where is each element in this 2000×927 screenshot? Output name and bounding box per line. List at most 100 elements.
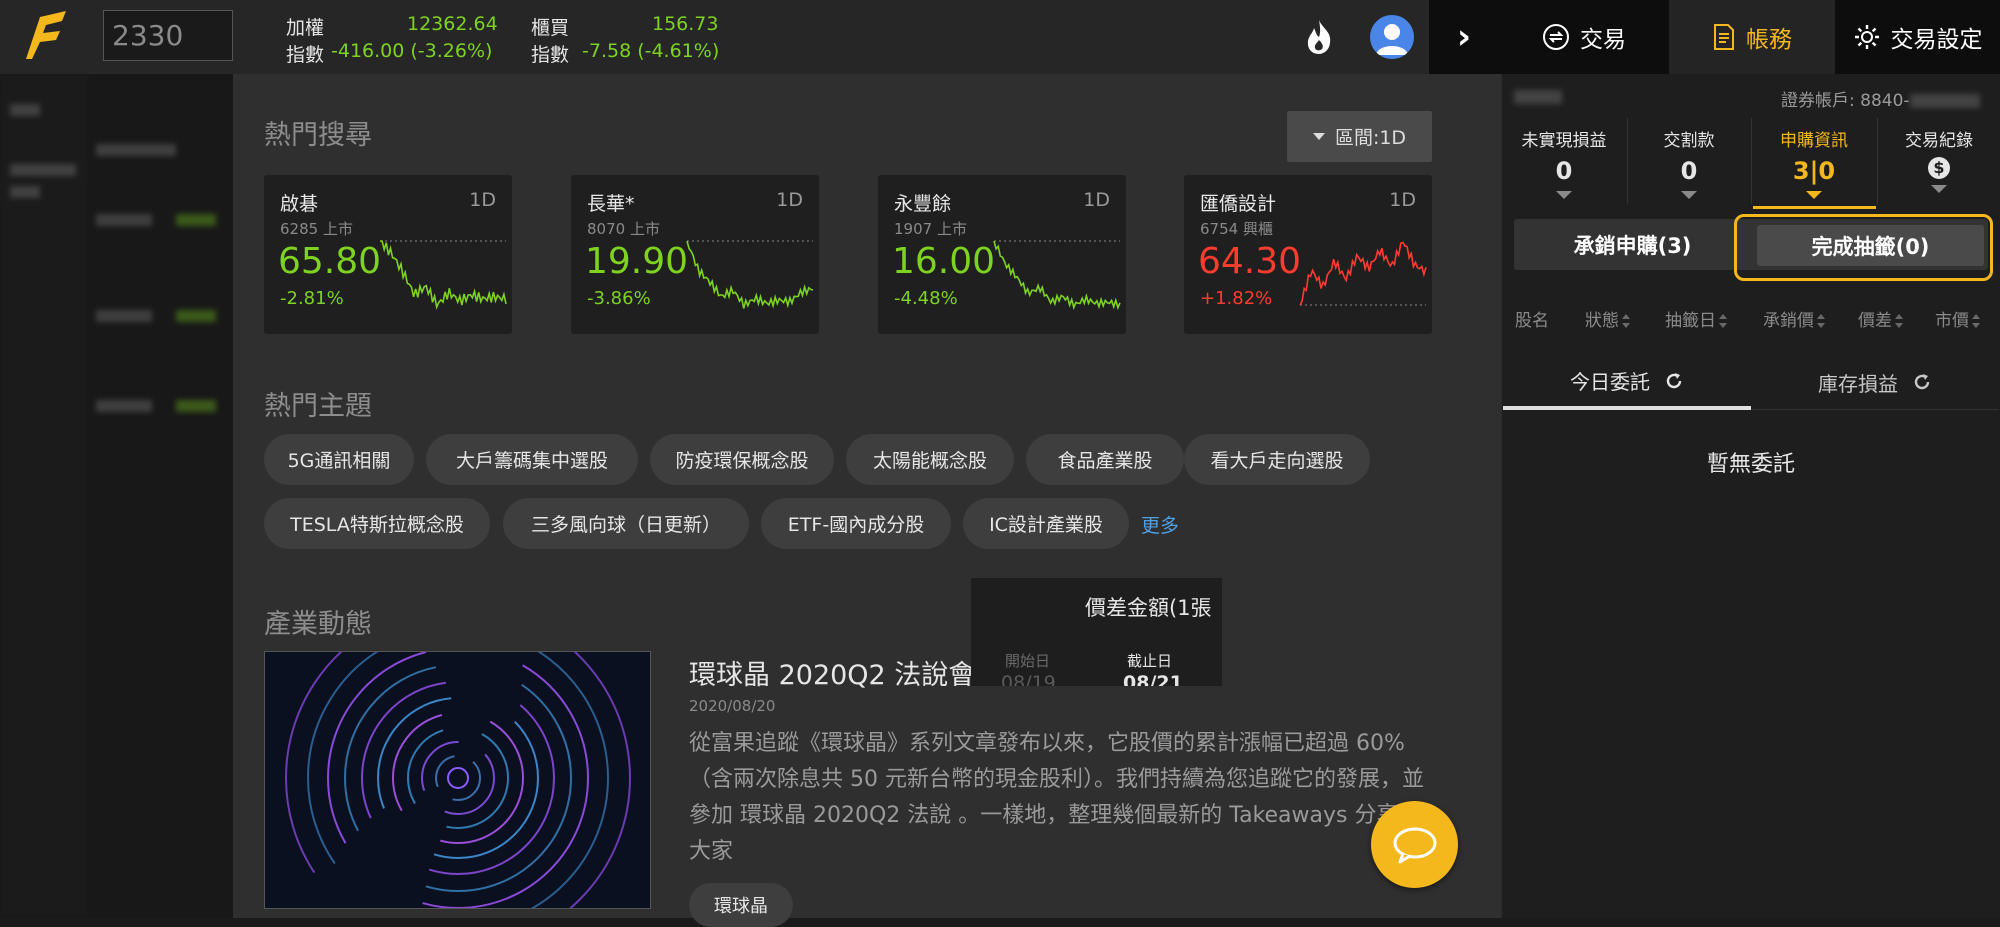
topic-chip[interactable]: 太陽能概念股 (846, 434, 1014, 485)
nav-tab-trade-settings-label: 交易設定 (1890, 27, 1983, 53)
stock-period: 1D (1389, 189, 1416, 211)
fugle-logo[interactable] (0, 0, 86, 74)
chevron-right-icon[interactable]: › (1429, 0, 1499, 74)
hot-stock-card[interactable]: 啟碁 1D 6285 上市 65.80 -2.81% (264, 175, 512, 334)
stock-price: 16.00 (892, 241, 996, 282)
nav-tab-trade-settings[interactable]: 交易設定 (1835, 0, 2000, 74)
index-taiex-change: -416.00 (-3.26%) (331, 40, 493, 62)
blurred-item (96, 310, 152, 322)
tab-today-orders[interactable]: 今日委託 (1503, 355, 1751, 410)
caret-down-icon (1556, 191, 1572, 199)
topic-chip[interactable]: 三多風向球（日更新） (503, 498, 749, 549)
nav-tab-trade-label: 交易 (1580, 27, 1626, 53)
column-header-label: 抽籤日 (1665, 311, 1716, 331)
popup-end-value: 08/21 (1123, 672, 1183, 686)
topic-chip[interactable]: 5G通訊相關 (264, 434, 414, 485)
segment-subscribe[interactable]: 承銷申購(3) (1514, 219, 1751, 270)
topic-chip[interactable]: 看大戶走向選股 (1184, 434, 1370, 485)
topic-chip[interactable]: TESLA特斯拉概念股 (264, 498, 490, 549)
tab-label: 今日委託 (1570, 370, 1650, 394)
stat-label: 未實現損益 (1521, 131, 1607, 151)
stock-code: 8070 上市 (587, 220, 660, 238)
column-header-market-price[interactable]: 市價 (1935, 306, 1980, 331)
stock-code: 6285 上市 (280, 220, 353, 238)
blurred-item (96, 214, 152, 226)
fire-icon[interactable] (1302, 18, 1336, 56)
column-header-draw-date[interactable]: 抽籤日 (1665, 306, 1727, 331)
refresh-icon[interactable] (1912, 372, 1932, 392)
news-tag-chip[interactable]: 環球晶 (689, 883, 793, 927)
sort-icon (1817, 314, 1825, 328)
caret-down-icon (1681, 191, 1697, 199)
column-header-status[interactable]: 狀態 (1585, 306, 1630, 331)
index-taiex-label: 加權 (286, 17, 325, 39)
document-icon (1714, 24, 1734, 50)
column-header-offer-price[interactable]: 承銷價 (1763, 306, 1825, 331)
dollar-icon: $ (1928, 157, 1950, 179)
stock-period: 1D (1083, 189, 1110, 211)
symbol-search-input[interactable] (103, 10, 233, 61)
blurred-item (176, 400, 216, 412)
stock-price: 19.90 (585, 241, 689, 282)
topic-chip[interactable]: 大戶籌碼集中選股 (426, 434, 638, 485)
stock-name: 啟碁 (280, 193, 319, 215)
exchange-icon (1543, 24, 1569, 50)
refresh-icon[interactable] (1664, 371, 1684, 391)
stock-price: 65.80 (278, 241, 382, 282)
sparkline-series-line (1299, 241, 1427, 306)
watchlist-sidebar (0, 74, 233, 918)
blurred-item (10, 104, 40, 116)
topic-chip[interactable]: IC設計產業股 (963, 498, 1129, 549)
stock-code: 1907 上市 (894, 220, 967, 238)
news-headline[interactable]: 環球晶 2020Q2 法說會 (689, 653, 971, 692)
stat-trade-history[interactable]: 交易紀錄 $ (1878, 126, 2000, 193)
account-number: 證券帳戶: 8840- (1781, 91, 1910, 111)
empty-orders-message: 暫無委託 (1706, 452, 1795, 477)
blurred-item (96, 144, 176, 156)
user-avatar[interactable] (1370, 15, 1414, 59)
news-date: 2020/08/20 (689, 697, 776, 715)
index-otc-change: -7.58 (-4.61%) (582, 40, 720, 62)
sort-icon (1895, 314, 1903, 328)
blurred-item (176, 214, 216, 226)
stat-unrealized-pnl[interactable]: 未實現損益 0 (1503, 126, 1625, 199)
caret-down-icon (1806, 191, 1822, 199)
segment-lottery-done[interactable]: 完成抽籤(0) (1757, 225, 1984, 266)
column-header-label: 價差 (1858, 311, 1892, 331)
topic-chip[interactable]: ETF-國內成分股 (761, 498, 951, 549)
gear-icon (1854, 25, 1879, 49)
column-header-stock[interactable]: 股名 (1515, 306, 1549, 331)
securities-account-label: 證券帳戶: 8840- (1781, 86, 1980, 111)
hot-stock-card[interactable]: 永豐餘 1D 1907 上市 16.00 -4.48% (878, 175, 1126, 334)
nav-tab-trade[interactable]: 交易 (1499, 0, 1669, 74)
news-summary: 從富果追蹤《環球晶》系列文章發布以來，它股價的累計漲幅已超過 60%（含兩次除息… (689, 731, 1424, 864)
nav-tab-account-label: 帳務 (1746, 27, 1792, 53)
sort-icon (1719, 314, 1727, 328)
interval-dropdown[interactable]: 區間:1D (1287, 111, 1432, 162)
nav-tab-account[interactable]: 帳務 (1669, 0, 1835, 74)
more-topics-link[interactable]: 更多 (1141, 511, 1179, 538)
sparkline-chart (379, 240, 507, 310)
column-header-label: 承銷價 (1763, 311, 1814, 331)
stat-subscription-info[interactable]: 申購資訊 3|0 (1753, 126, 1875, 199)
stat-label: 申購資訊 (1780, 131, 1848, 151)
column-header-label: 市價 (1935, 311, 1969, 331)
stat-settlement[interactable]: 交割款 0 (1628, 126, 1750, 199)
news-cover-image[interactable] (264, 651, 651, 909)
topic-chip[interactable]: 防疫環保概念股 (650, 434, 834, 485)
column-header-spread[interactable]: 價差 (1858, 306, 1903, 331)
popup-start-value: 08/19 (1001, 672, 1056, 686)
sparkline-chart (1299, 241, 1427, 306)
masked-account-digits (1909, 94, 1980, 108)
blurred-item (10, 164, 76, 176)
chat-button[interactable] (1371, 801, 1458, 888)
topic-chip[interactable]: 食品產業股 (1026, 434, 1184, 485)
stat-value: 0 (1680, 157, 1698, 185)
hot-stock-card[interactable]: 匯僑設計 1D 6754 興櫃 64.30 +1.82% (1184, 175, 1432, 334)
blurred-item (96, 400, 152, 412)
stock-period: 1D (469, 189, 496, 211)
stock-period: 1D (776, 189, 803, 211)
tab-inventory-pnl[interactable]: 庫存損益 (1751, 355, 1999, 410)
sparkline-series-line (379, 240, 507, 310)
hot-stock-card[interactable]: 長華* 1D 8070 上市 19.90 -3.86% (571, 175, 819, 334)
